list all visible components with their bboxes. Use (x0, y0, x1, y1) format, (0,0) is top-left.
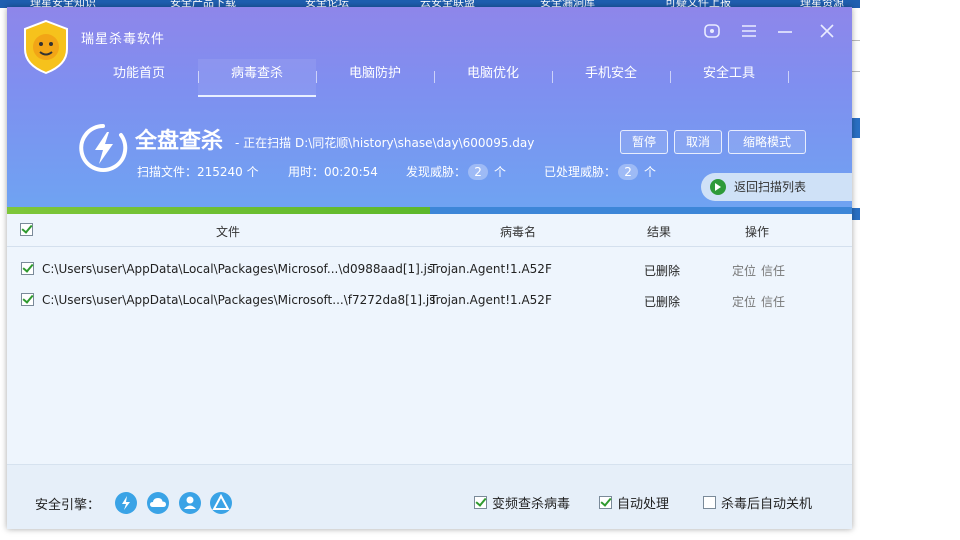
trust-link[interactable]: 信任 (761, 262, 785, 279)
lion-logo-icon (24, 19, 68, 75)
pause-button[interactable]: 暂停 (620, 130, 668, 154)
scan-progress-fill (7, 207, 430, 214)
minimize-icon[interactable] (774, 21, 796, 43)
lightning-engine-icon[interactable] (115, 492, 137, 514)
engine-label: 安全引擎： (35, 498, 101, 513)
threats-found-label: 发现威胁： (406, 165, 467, 179)
header-result: 结果 (647, 225, 672, 239)
locate-link[interactable]: 定位 (732, 293, 756, 310)
tab-virus-scan[interactable]: 病毒查杀 (198, 59, 316, 97)
locate-link[interactable]: 定位 (732, 262, 756, 279)
auto-handle-checkbox[interactable] (599, 496, 612, 509)
freq-scan-checkbox[interactable] (474, 496, 487, 509)
tab-mobile-security[interactable]: 手机安全 (552, 59, 670, 95)
table-row: C:\Users\user\AppData\Local\Packages\Mic… (7, 285, 852, 316)
antivirus-window: 瑞星杀毒软件 功能首页 病毒查杀 电脑防护 电脑优化 手机安全 安全工具 全盘查… (7, 7, 852, 529)
threats-handled-count: 2 (618, 164, 639, 180)
tab-home[interactable]: 功能首页 (80, 59, 198, 95)
tab-pc-protection[interactable]: 电脑防护 (316, 59, 434, 95)
trust-link[interactable]: 信任 (761, 293, 785, 310)
menu-icon[interactable] (738, 21, 760, 43)
virus-name: Trojan.Agent!1.A52F (430, 262, 552, 276)
close-icon[interactable] (816, 21, 838, 43)
threats-handled-unit: 个 (644, 165, 657, 179)
return-scan-list-button[interactable]: 返回扫描列表 (701, 173, 852, 201)
result-status: 已删除 (644, 264, 681, 278)
background-bar (852, 208, 860, 220)
window-footer: 安全引擎： 变频查杀病毒 自动处理 杀毒后自动关机 (7, 464, 852, 529)
freq-scan-option[interactable]: 变频查杀病毒 (474, 493, 570, 512)
threat-table: 文件 病毒名 结果 操作 C:\Users\user\AppData\Local… (7, 214, 852, 464)
tab-pc-optimize[interactable]: 电脑优化 (434, 59, 552, 95)
select-all-checkbox[interactable] (20, 223, 33, 236)
file-path: C:\Users\user\AppData\Local\Packages\Mic… (42, 293, 436, 307)
auto-handle-option[interactable]: 自动处理 (599, 493, 669, 512)
scanned-files: 扫描文件：215240 个 (137, 165, 259, 179)
header-file: 文件 (216, 225, 241, 239)
header-action: 操作 (745, 225, 770, 239)
return-scan-list-label: 返回扫描列表 (734, 180, 807, 194)
freq-scan-label: 变频查杀病毒 (492, 497, 571, 512)
file-path: C:\Users\user\AppData\Local\Packages\Mic… (42, 262, 434, 276)
virus-name: Trojan.Agent!1.A52F (430, 293, 552, 307)
cancel-button[interactable]: 取消 (674, 130, 722, 154)
threats-handled-label: 已处理威胁： (544, 165, 617, 179)
elapsed-time: 用时：00:20:54 (288, 165, 378, 179)
ai-engine-icon[interactable] (210, 492, 232, 514)
compact-mode-button[interactable]: 缩略模式 (728, 130, 806, 154)
table-row: C:\Users\user\AppData\Local\Packages\Mic… (7, 254, 852, 285)
row-checkbox[interactable] (21, 262, 34, 275)
background-divider (852, 40, 860, 72)
result-status: 已删除 (644, 295, 681, 309)
scan-title: 全盘查杀 (135, 129, 224, 154)
auto-shutdown-checkbox[interactable] (703, 496, 716, 509)
app-title: 瑞星杀毒软件 (81, 32, 166, 47)
threats-found: 发现威胁： 2 个 (406, 163, 506, 180)
threats-found-unit: 个 (494, 165, 507, 179)
header-virus-name: 病毒名 (500, 225, 537, 239)
scan-status: - 正在扫描 D:\同花顺\history\shase\day\600095.d… (235, 136, 535, 150)
auto-handle-label: 自动处理 (617, 497, 670, 512)
threats-handled: 已处理威胁： 2 个 (544, 163, 656, 180)
lightning-scan-icon (79, 124, 128, 172)
cloud-engine-icon[interactable] (147, 492, 169, 514)
nav-divider (788, 71, 789, 83)
user-icon[interactable] (701, 21, 723, 43)
scan-progress-bar (7, 207, 852, 214)
window-header: 瑞星杀毒软件 功能首页 病毒查杀 电脑防护 电脑优化 手机安全 安全工具 全盘查… (7, 7, 852, 207)
tab-security-tools[interactable]: 安全工具 (670, 59, 788, 95)
play-arrow-icon (710, 179, 726, 195)
background-bar (852, 118, 860, 138)
threat-table-header: 文件 病毒名 结果 操作 (7, 214, 852, 247)
user-engine-icon[interactable] (179, 492, 201, 514)
auto-shutdown-option[interactable]: 杀毒后自动关机 (703, 493, 812, 512)
auto-shutdown-label: 杀毒后自动关机 (721, 497, 813, 512)
row-checkbox[interactable] (21, 293, 34, 306)
threats-found-count: 2 (468, 164, 489, 180)
